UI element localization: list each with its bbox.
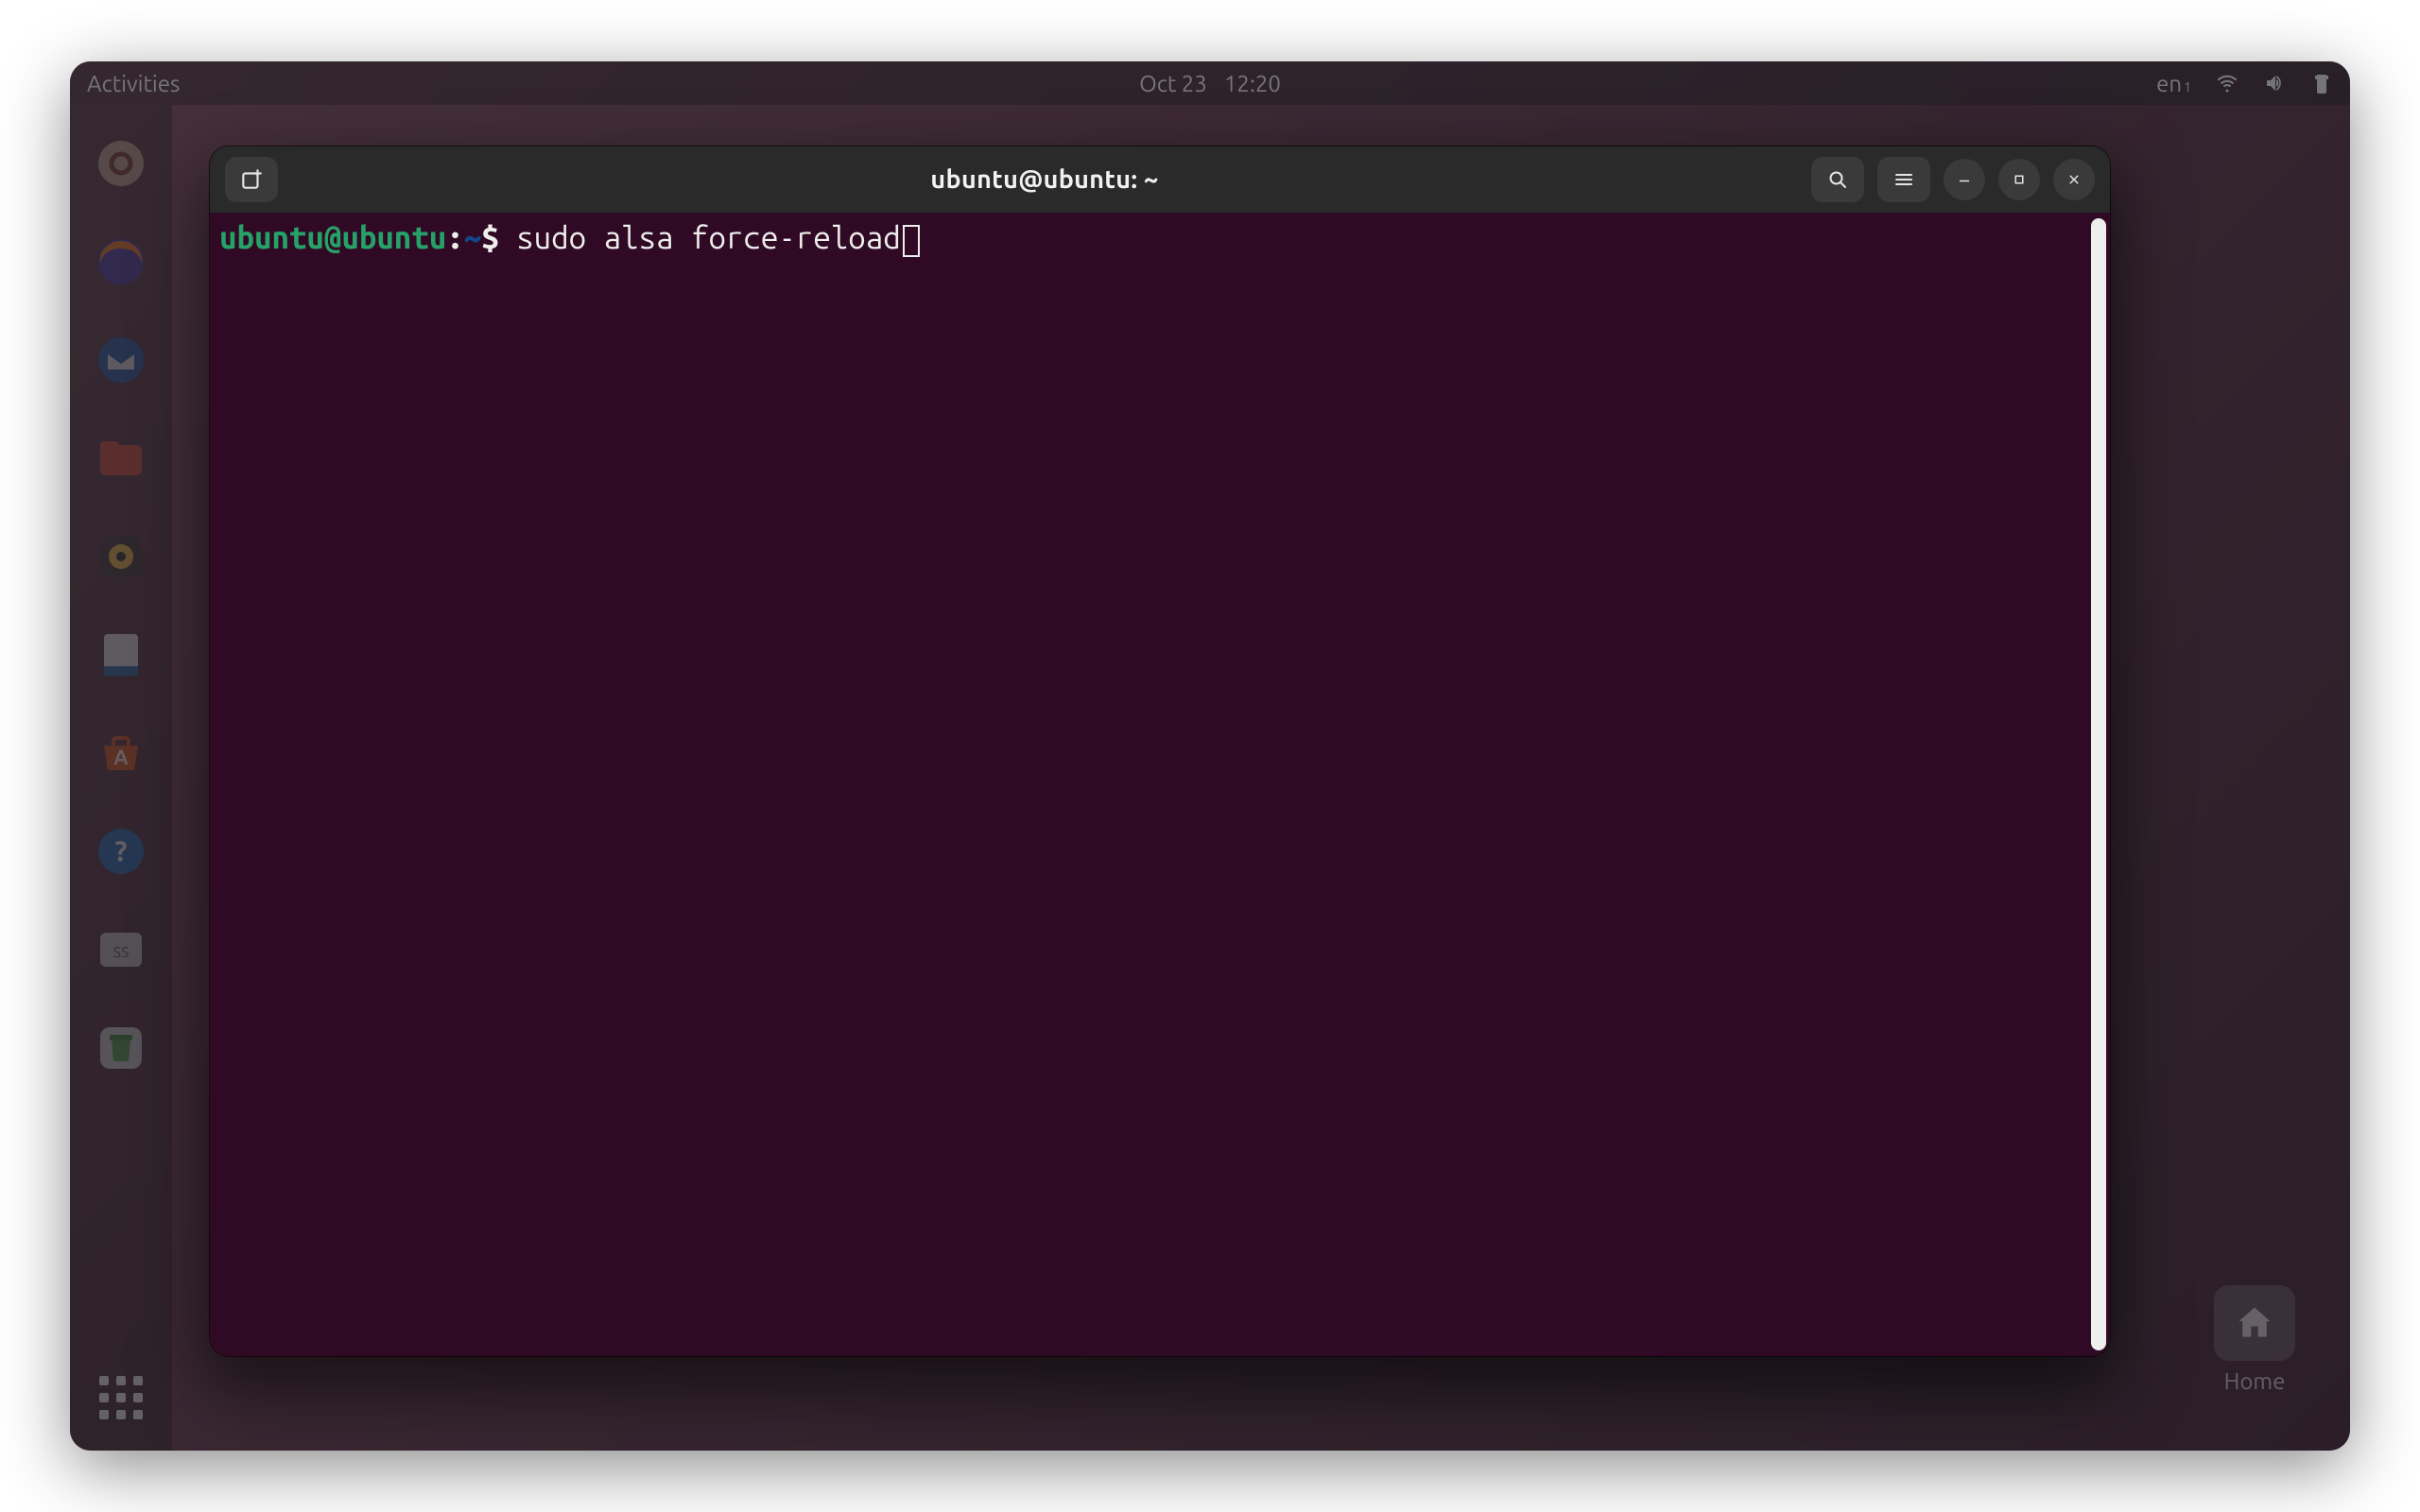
terminal-titlebar[interactable]: ubuntu@ubuntu: ~ bbox=[210, 146, 2110, 213]
input-source-indicator[interactable]: en 1 bbox=[2156, 71, 2191, 96]
panel-time: 12:20 bbox=[1224, 71, 1281, 96]
prompt-sigil: $ bbox=[481, 218, 516, 257]
maximize-button[interactable] bbox=[1998, 159, 2040, 200]
minimize-button[interactable] bbox=[1944, 159, 1985, 200]
prompt-separator: : bbox=[446, 218, 463, 257]
terminal-scrollbar[interactable] bbox=[2091, 218, 2106, 1350]
prompt-path: ~ bbox=[464, 218, 481, 257]
system-status-area[interactable]: en 1 bbox=[2156, 71, 2333, 96]
desktop-background: Activities Oct 23 12:20 en 1 bbox=[70, 61, 2350, 1451]
volume-icon bbox=[2263, 72, 2286, 94]
new-tab-button[interactable] bbox=[225, 157, 278, 202]
search-button[interactable] bbox=[1811, 157, 1864, 202]
trash-icon[interactable] bbox=[91, 1018, 151, 1078]
thunderbird-icon[interactable] bbox=[91, 330, 151, 390]
dock: A ? SS bbox=[70, 105, 172, 1451]
panel-date: Oct 23 bbox=[1139, 71, 1207, 96]
home-icon bbox=[2234, 1302, 2275, 1344]
battery-icon bbox=[2310, 72, 2333, 94]
help-icon[interactable]: ? bbox=[91, 821, 151, 882]
desktop-home-folder[interactable]: Home bbox=[2214, 1285, 2295, 1394]
close-button[interactable] bbox=[2053, 159, 2095, 200]
cursor-icon bbox=[903, 225, 920, 257]
files-icon[interactable] bbox=[91, 428, 151, 489]
rhythmbox-icon[interactable] bbox=[91, 526, 151, 587]
installer-icon[interactable] bbox=[91, 133, 151, 194]
prompt-line: ubuntu@ubuntu:~$ sudo alsa force-reload bbox=[219, 218, 2100, 257]
svg-text:A: A bbox=[113, 746, 129, 769]
lang-code: en bbox=[2156, 71, 2182, 96]
terminal-body[interactable]: ubuntu@ubuntu:~$ sudo alsa force-reload bbox=[210, 213, 2110, 1356]
terminal-title: ubuntu@ubuntu: ~ bbox=[291, 165, 1798, 194]
wifi-icon bbox=[2216, 72, 2238, 94]
prompt-command: sudo alsa force-reload bbox=[516, 218, 901, 257]
firefox-icon[interactable] bbox=[91, 232, 151, 292]
svg-text:SS: SS bbox=[113, 944, 130, 961]
software-icon[interactable]: A bbox=[91, 723, 151, 783]
screenshots-folder-icon[interactable]: SS bbox=[91, 919, 151, 980]
libreoffice-writer-icon[interactable] bbox=[91, 625, 151, 685]
gnome-top-panel: Activities Oct 23 12:20 en 1 bbox=[70, 61, 2350, 105]
prompt-user-host: ubuntu@ubuntu bbox=[219, 218, 446, 257]
show-applications-icon[interactable] bbox=[91, 1367, 151, 1428]
lang-variant: 1 bbox=[2184, 79, 2191, 94]
hamburger-menu-button[interactable] bbox=[1877, 157, 1930, 202]
svg-text:?: ? bbox=[114, 834, 127, 867]
panel-clock[interactable]: Oct 23 12:20 bbox=[1139, 71, 1281, 96]
desktop-home-label: Home bbox=[2224, 1368, 2286, 1394]
activities-button[interactable]: Activities bbox=[87, 71, 180, 96]
terminal-window: ubuntu@ubuntu: ~ bbox=[210, 146, 2110, 1356]
